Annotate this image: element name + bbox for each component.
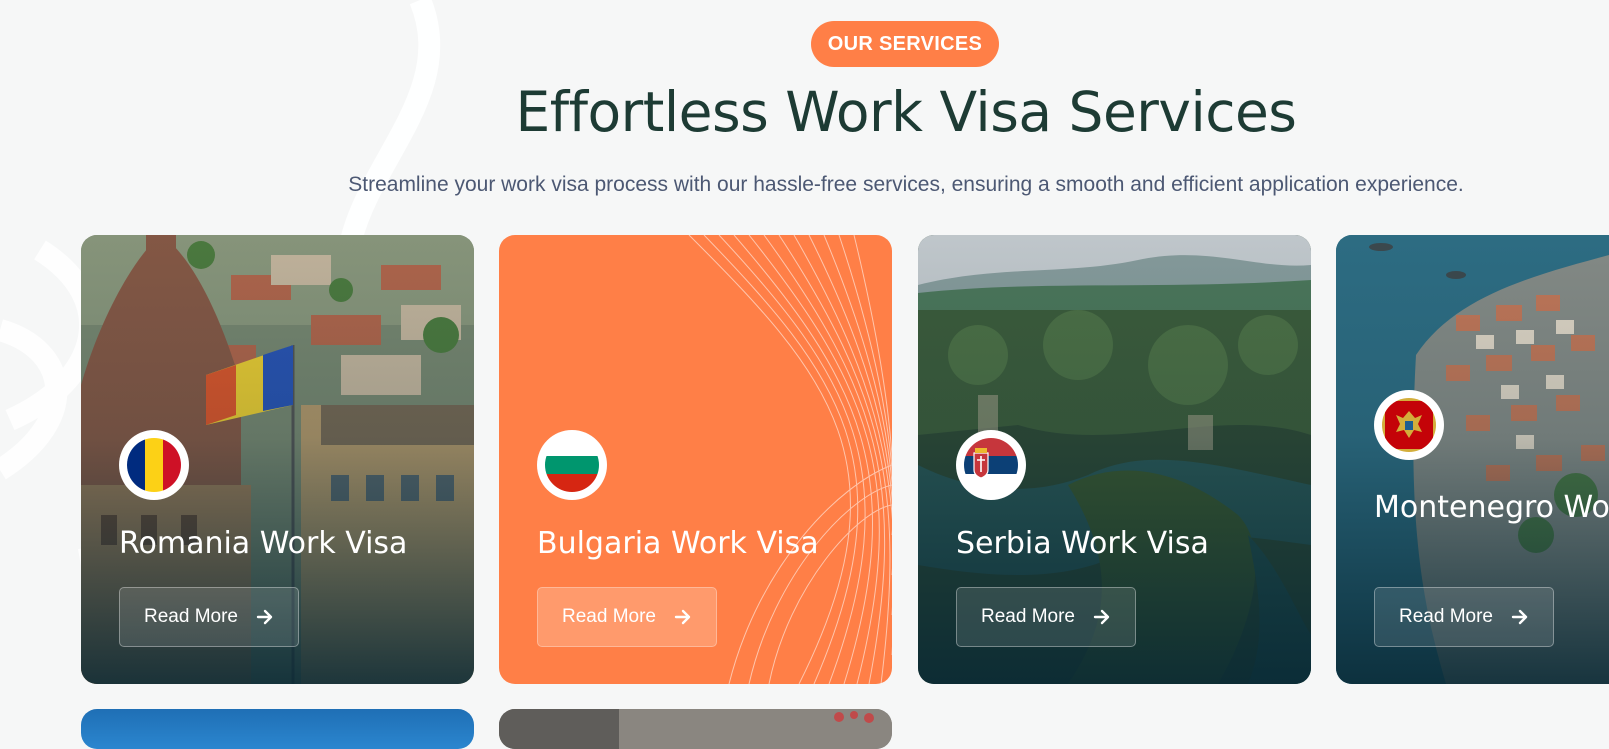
service-card-serbia[interactable]: Serbia Work Visa Read More bbox=[918, 235, 1311, 684]
service-card-bulgaria[interactable]: Bulgaria Work Visa Read More bbox=[499, 235, 892, 684]
card-title: Montenegro Work Visa bbox=[1374, 490, 1609, 525]
arrow-right-icon bbox=[674, 609, 691, 625]
section-subtitle: Streamline your work visa process with o… bbox=[348, 173, 1464, 196]
arrow-right-icon bbox=[1511, 609, 1528, 625]
bulgaria-flag-icon bbox=[545, 438, 599, 492]
arrow-right-icon bbox=[1093, 609, 1110, 625]
read-more-button[interactable]: Read More bbox=[956, 587, 1136, 647]
read-more-label: Read More bbox=[144, 606, 238, 627]
section-title: Effortless Work Visa Services bbox=[515, 80, 1297, 144]
read-more-button[interactable]: Read More bbox=[119, 587, 299, 647]
read-more-label: Read More bbox=[1399, 606, 1493, 627]
read-more-button[interactable]: Read More bbox=[1374, 587, 1554, 647]
card-title: Bulgaria Work Visa bbox=[537, 526, 819, 561]
read-more-label: Read More bbox=[981, 606, 1075, 627]
service-card-montenegro[interactable]: Montenegro Work Visa Read More bbox=[1336, 235, 1609, 684]
read-more-label: Read More bbox=[562, 606, 656, 627]
read-more-button[interactable]: Read More bbox=[537, 587, 717, 647]
montenegro-flag-icon bbox=[1382, 398, 1436, 452]
service-card-next-row-1[interactable] bbox=[81, 709, 474, 749]
section-badge: OUR SERVICES bbox=[811, 21, 999, 67]
card-title: Serbia Work Visa bbox=[956, 526, 1209, 561]
flag-badge bbox=[119, 430, 189, 500]
card-title: Romania Work Visa bbox=[119, 526, 408, 561]
flag-badge bbox=[537, 430, 607, 500]
arrow-right-icon bbox=[256, 609, 273, 625]
romania-flag-icon bbox=[127, 438, 181, 492]
flag-badge bbox=[956, 430, 1026, 500]
service-card-next-row-2[interactable] bbox=[499, 709, 892, 749]
service-card-romania[interactable]: Romania Work Visa Read More bbox=[81, 235, 474, 684]
serbia-flag-icon bbox=[964, 438, 1018, 492]
card-background-image bbox=[499, 709, 892, 749]
flag-badge bbox=[1374, 390, 1444, 460]
